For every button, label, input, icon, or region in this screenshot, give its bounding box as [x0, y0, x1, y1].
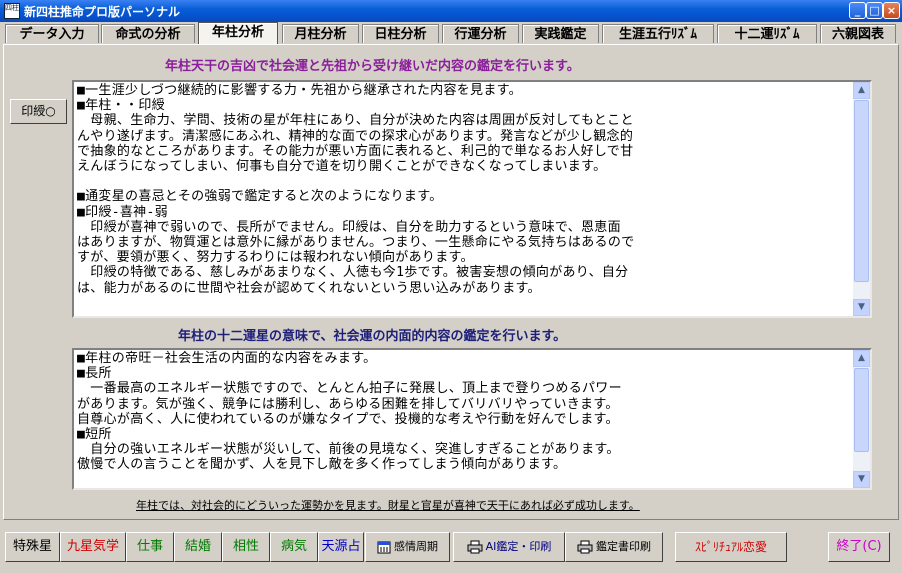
scroll-down-icon[interactable]: ▼	[853, 299, 870, 316]
emotion-cycle-button[interactable]: 感情周期	[365, 532, 450, 562]
twelve-stage-content: ■年柱の帝旺－社会生活の内面的な内容をみます。 ■長所 一番最高のエネルギー状態…	[77, 351, 622, 473]
nine-star-button[interactable]: 九星気学	[60, 532, 126, 562]
heavenly-stem-text[interactable]: ■一生涯少しづつ継続的に影響する力・先祖から継承された内容を見ます。 ■年柱・・…	[72, 80, 872, 318]
scrollbar-1[interactable]: ▲ ▼	[853, 82, 870, 316]
illness-button[interactable]: 病気	[270, 532, 318, 562]
printer-icon	[577, 540, 593, 554]
bottom-button-bar: 特殊星 九星気学 仕事 結婚 相性 病気 天源占 感情周期 AI鑑定・印刷 鑑定…	[3, 527, 899, 567]
calendar-icon	[377, 541, 391, 554]
report-print-button[interactable]: 鑑定書印刷	[565, 532, 663, 562]
printer-icon	[467, 540, 483, 554]
twelve-stage-text[interactable]: ■年柱の帝旺－社会生活の内面的な内容をみます。 ■長所 一番最高のエネルギー状態…	[72, 348, 872, 490]
scroll-up-icon[interactable]: ▲	[853, 82, 870, 99]
scroll-thumb[interactable]	[854, 100, 869, 282]
compatibility-button[interactable]: 相性	[222, 532, 270, 562]
maximize-button[interactable]: □	[866, 2, 883, 19]
tab-practical[interactable]: 実践鑑定	[522, 24, 599, 43]
tab-six-relatives[interactable]: 六親図表	[820, 24, 896, 43]
heavenly-stem-content: ■一生涯少しづつ継続的に影響する力・先祖から継承された内容を見ます。 ■年柱・・…	[77, 83, 635, 296]
exit-button[interactable]: 終了(C)	[828, 532, 890, 562]
tab-meishiki-analysis[interactable]: 命式の分析	[101, 24, 195, 43]
title-bar: 四柱 新四柱推命プロ版パーソナル _ □ ×	[0, 0, 902, 22]
emotion-cycle-label: 感情周期	[394, 540, 438, 553]
work-button[interactable]: 仕事	[126, 532, 174, 562]
window-title: 新四柱推命プロ版パーソナル	[24, 5, 181, 19]
report-print-label: 鑑定書印刷	[596, 540, 651, 553]
scroll-thumb[interactable]	[854, 368, 869, 452]
tab-day-pillar[interactable]: 日柱分析	[362, 24, 439, 43]
inkan-button[interactable]: 印綬○	[10, 99, 67, 124]
app-icon: 四柱	[4, 3, 20, 19]
spiritual-love-button[interactable]: ｽﾋﾟﾘﾁｭｱﾙ恋愛	[675, 532, 787, 562]
tab-data-input[interactable]: データ入力	[5, 24, 99, 43]
special-star-button[interactable]: 特殊星	[5, 532, 60, 562]
section1-heading: 年柱天干の吉凶で社会運と先祖から受け継いだ内容の鑑定を行います。	[165, 59, 580, 74]
tab-month-pillar[interactable]: 月柱分析	[282, 24, 359, 43]
tab-five-element-rhythm[interactable]: 生涯五行ﾘｽﾞﾑ	[602, 24, 714, 43]
tab-fortune-analysis[interactable]: 行運分析	[442, 24, 519, 43]
marriage-button[interactable]: 結婚	[174, 532, 222, 562]
tab-year-pillar[interactable]: 年柱分析	[198, 22, 278, 44]
scroll-up-icon[interactable]: ▲	[853, 350, 870, 367]
ai-print-button[interactable]: AI鑑定・印刷	[453, 532, 565, 562]
close-button[interactable]: ×	[883, 2, 900, 19]
tab-strip: データ入力 命式の分析 年柱分析 月柱分析 日柱分析 行運分析 実践鑑定 生涯五…	[3, 22, 899, 44]
tengen-button[interactable]: 天源占	[318, 532, 364, 562]
scroll-down-icon[interactable]: ▼	[853, 471, 870, 488]
scrollbar-2[interactable]: ▲ ▼	[853, 350, 870, 488]
section2-heading: 年柱の十二運星の意味で、社会運の内面的内容の鑑定を行います。	[178, 329, 567, 344]
tab-twelve-rhythm[interactable]: 十二運ﾘｽﾞﾑ	[717, 24, 817, 43]
footer-note: 年柱では、対社会的にどういった運勢かを見ます。財星と官星が喜神で天干にあれば必ず…	[136, 499, 640, 512]
minimize-button[interactable]: _	[849, 2, 866, 19]
ai-print-label: AI鑑定・印刷	[485, 540, 552, 553]
